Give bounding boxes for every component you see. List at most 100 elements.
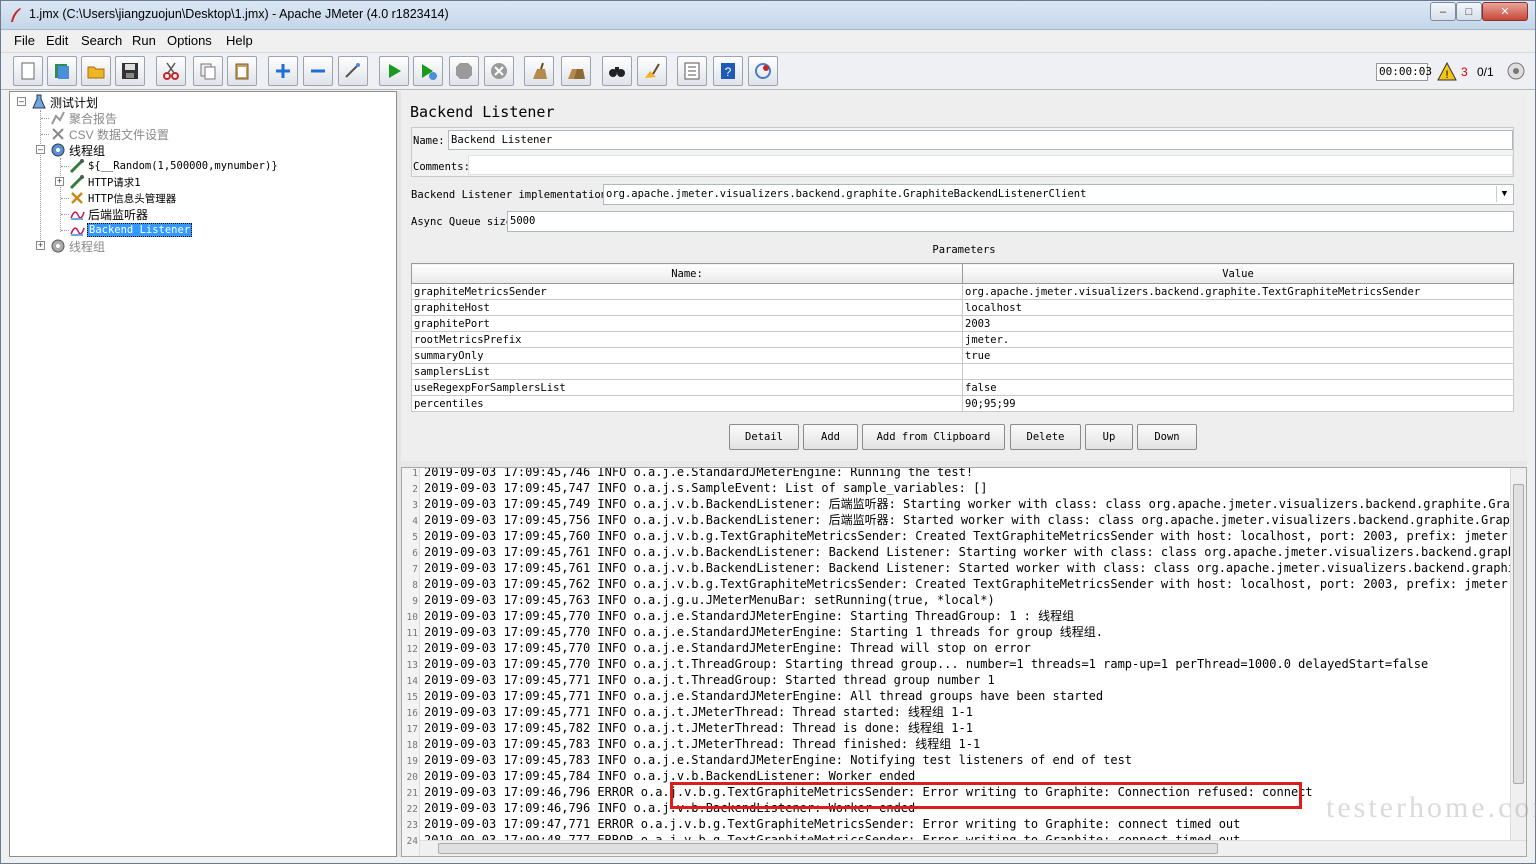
- menu-search[interactable]: Search: [81, 33, 122, 48]
- param-name[interactable]: summaryOnly: [411, 347, 963, 364]
- tree-node-thread-group-2[interactable]: 线程组: [50, 238, 106, 254]
- log-line: 6 2019-09-03 17:09:45,761 INFO o.a.j.v.b.…: [402, 544, 1526, 560]
- svg-text:?: ?: [725, 65, 732, 79]
- table-row[interactable]: percentiles 90;95;99: [411, 395, 1514, 412]
- minimize-button[interactable]: –: [1430, 2, 1456, 21]
- comments-input[interactable]: [468, 155, 1513, 175]
- column-header-name[interactable]: Name:: [411, 263, 963, 284]
- table-row[interactable]: graphitePort 2003: [411, 315, 1514, 332]
- detail-button[interactable]: Detail: [729, 424, 799, 450]
- cut-button[interactable]: [156, 56, 186, 86]
- play-icon: [389, 64, 401, 78]
- delete-button[interactable]: Delete: [1010, 424, 1081, 450]
- remote-start-button[interactable]: [748, 56, 778, 86]
- tree-expander-thread-group[interactable]: –: [36, 145, 45, 154]
- stop-button[interactable]: [449, 56, 479, 86]
- tree-expander-root[interactable]: –: [17, 97, 26, 106]
- close-window-button[interactable]: ✕: [1482, 2, 1528, 21]
- collapse-all-button[interactable]: [303, 56, 333, 86]
- toggle-button[interactable]: [338, 56, 368, 86]
- table-row[interactable]: graphiteHost localhost: [411, 299, 1514, 316]
- column-header-value[interactable]: Value: [962, 263, 1514, 284]
- clear-button[interactable]: [524, 56, 554, 86]
- log-line-text: 2019-09-03 17:09:45,761 INFO o.a.j.v.b.B…: [424, 561, 1527, 575]
- table-row[interactable]: graphiteMetricsSender org.apache.jmeter.v…: [411, 283, 1514, 300]
- name-comments-group: Name: Backend Listener Comments:: [411, 127, 1514, 177]
- copy-button[interactable]: [193, 56, 223, 86]
- templates-button[interactable]: [47, 56, 77, 86]
- param-name[interactable]: graphiteHost: [411, 299, 963, 316]
- queue-size-input[interactable]: 5000: [507, 211, 1514, 232]
- tree-expander-thread-group-2[interactable]: +: [36, 241, 45, 250]
- stop-icon: [456, 63, 472, 79]
- vertical-scroll-thumb[interactable]: [1513, 484, 1524, 784]
- log-vertical-scrollbar[interactable]: [1510, 468, 1526, 840]
- start-no-pauses-button[interactable]: [413, 56, 443, 86]
- clear-all-button[interactable]: [561, 56, 591, 86]
- param-value[interactable]: [962, 363, 1514, 380]
- param-value[interactable]: true: [962, 347, 1514, 364]
- parameters-title: Parameters: [932, 244, 996, 256]
- menu-edit[interactable]: Edit: [46, 33, 68, 48]
- function-helper-button[interactable]: [677, 56, 707, 86]
- start-button[interactable]: [379, 56, 409, 86]
- down-button[interactable]: Down: [1137, 424, 1197, 450]
- log-line-text: 2019-09-03 17:09:45,771 INFO o.a.j.e.Sta…: [424, 689, 1104, 703]
- implementation-select[interactable]: org.apache.jmeter.visualizers.backend.gr…: [603, 184, 1514, 205]
- log-line: 9 2019-09-03 17:09:45,763 INFO o.a.j.g.u.…: [402, 592, 1510, 608]
- tree-node-aggregate-report[interactable]: 聚合报告: [50, 110, 118, 126]
- warning-icon[interactable]: !: [1437, 62, 1457, 82]
- log-line-text: 2019-09-03 17:09:45,763 INFO o.a.j.g.u.J…: [424, 593, 995, 607]
- table-row[interactable]: samplersList: [411, 363, 1514, 380]
- tree-node-test-plan[interactable]: 测试计划: [31, 94, 99, 110]
- log-line: 19 2019-09-03 17:09:45,783 INFO o.a.j.e.S…: [402, 752, 1510, 768]
- tree-node-backend-listener-cn[interactable]: 后端监听器: [69, 206, 149, 222]
- table-row[interactable]: rootMetricsPrefix jmeter.: [411, 331, 1514, 348]
- name-input[interactable]: Backend Listener: [448, 130, 1513, 150]
- paste-button[interactable]: [227, 56, 257, 86]
- menu-help[interactable]: Help: [226, 33, 253, 48]
- menu-file[interactable]: File: [14, 33, 35, 48]
- param-value[interactable]: localhost: [962, 299, 1514, 316]
- chevron-down-icon[interactable]: ▼: [1496, 186, 1512, 202]
- search-button[interactable]: [602, 56, 632, 86]
- maximize-button[interactable]: □: [1456, 2, 1482, 21]
- new-button[interactable]: [13, 56, 43, 86]
- param-name[interactable]: samplersList: [411, 363, 963, 380]
- add-button[interactable]: Add: [803, 424, 858, 450]
- param-name[interactable]: useRegexpForSamplersList: [411, 379, 963, 396]
- shutdown-button[interactable]: [484, 56, 514, 86]
- param-value[interactable]: org.apache.jmeter.visualizers.backend.gr…: [962, 283, 1514, 300]
- log-line: 8 2019-09-03 17:09:45,762 INFO o.a.j.v.b.…: [402, 576, 1515, 592]
- table-row[interactable]: summaryOnly true: [411, 347, 1514, 364]
- templates-icon: [55, 64, 69, 79]
- reset-search-button[interactable]: [637, 56, 667, 86]
- param-name[interactable]: graphiteMetricsSender: [411, 283, 963, 300]
- param-value[interactable]: jmeter.: [962, 331, 1514, 348]
- menu-run[interactable]: Run: [132, 33, 156, 48]
- tree-node-thread-group[interactable]: 线程组: [50, 142, 106, 158]
- tree-expander-http-request[interactable]: +: [55, 177, 64, 186]
- tree-node-csv-config[interactable]: CSV 数据文件设置: [50, 126, 170, 142]
- up-button[interactable]: Up: [1085, 424, 1133, 450]
- param-name[interactable]: percentiles: [411, 395, 963, 412]
- expand-all-button[interactable]: [268, 56, 298, 86]
- horizontal-scroll-thumb[interactable]: [438, 843, 1218, 854]
- param-value[interactable]: 90;95;99: [962, 395, 1514, 412]
- param-name[interactable]: graphitePort: [411, 315, 963, 332]
- tree-node-header-manager[interactable]: HTTP信息头管理器: [69, 190, 177, 206]
- add-from-clipboard-button[interactable]: Add from Clipboard: [862, 424, 1005, 450]
- table-row[interactable]: useRegexpForSamplersList false: [411, 379, 1514, 396]
- param-name[interactable]: rootMetricsPrefix: [411, 331, 963, 348]
- tree-node-random-variable[interactable]: ${__Random(1,500000,mynumber)}: [69, 158, 279, 174]
- tree-node-http-request[interactable]: HTTP请求1: [69, 174, 142, 190]
- tree-node-backend-listener[interactable]: Backend Listener: [69, 222, 193, 238]
- save-button[interactable]: [115, 56, 145, 86]
- log-line: 7 2019-09-03 17:09:45,761 INFO o.a.j.v.b.…: [402, 560, 1526, 576]
- help-button[interactable]: ?: [713, 56, 743, 86]
- open-button[interactable]: [81, 56, 111, 86]
- param-value[interactable]: false: [962, 379, 1514, 396]
- param-value[interactable]: 2003: [962, 315, 1514, 332]
- log-horizontal-scrollbar[interactable]: [420, 840, 1526, 856]
- menu-options[interactable]: Options: [167, 33, 212, 48]
